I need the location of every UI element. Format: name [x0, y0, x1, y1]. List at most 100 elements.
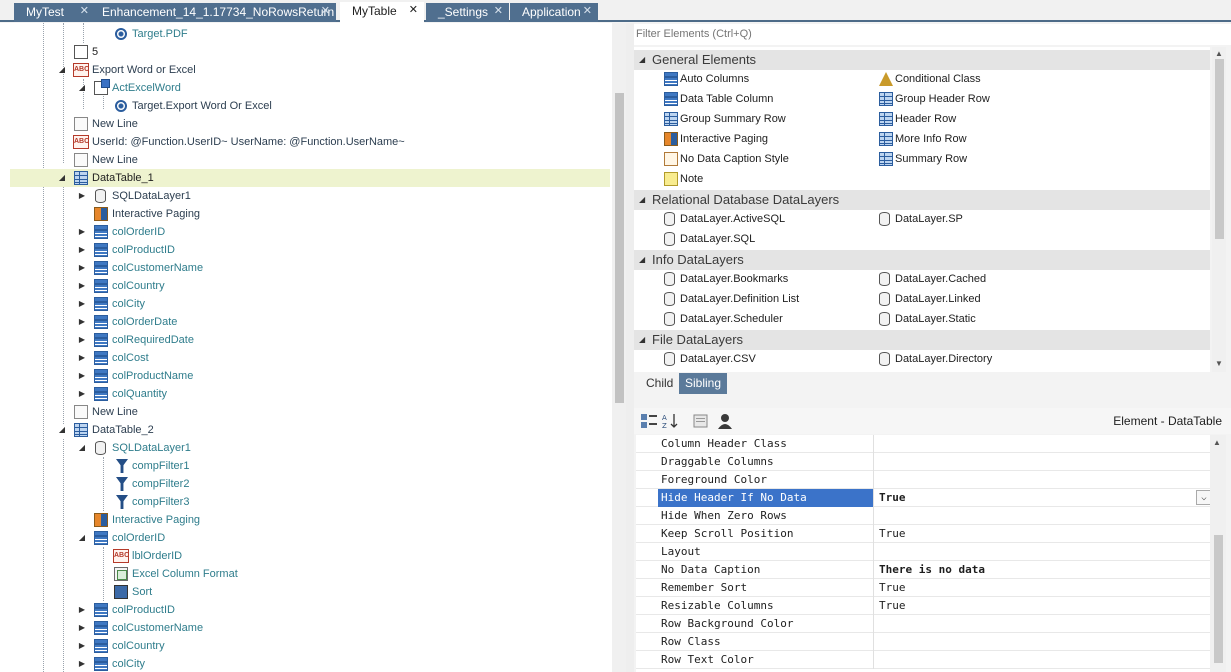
tab-mytest[interactable]: MyTest ✕ [14, 3, 95, 22]
tree-scrollbar[interactable] [612, 23, 626, 672]
expand-icon[interactable]: ▶ [77, 313, 87, 331]
close-icon[interactable]: ✕ [583, 4, 592, 17]
expand-icon[interactable]: ▶ [77, 655, 87, 672]
property-row[interactable]: Remember Sort True [636, 579, 1210, 597]
property-value[interactable] [876, 435, 1210, 453]
section-header-relational-datalayers[interactable]: ◢ Relational Database DataLayers [634, 190, 1210, 210]
tree-item[interactable]: ▶ colCustomerName [0, 259, 612, 277]
expand-icon[interactable]: ▶ [77, 259, 87, 277]
tree-item[interactable]: compFilter1 [0, 457, 612, 475]
close-icon[interactable]: ✕ [321, 4, 330, 17]
expand-icon[interactable]: ▶ [77, 601, 87, 619]
collapse-icon[interactable]: ◢ [77, 529, 87, 547]
property-value[interactable] [876, 633, 1210, 651]
scroll-up-icon[interactable]: ▲ [1214, 49, 1224, 59]
tree-item[interactable]: Excel Column Format [0, 565, 612, 583]
tree-item[interactable]: Interactive Paging [0, 205, 612, 223]
scrollbar-thumb[interactable] [615, 93, 624, 403]
property-value[interactable] [876, 651, 1210, 669]
expand-icon[interactable]: ▶ [77, 277, 87, 295]
tree-item[interactable]: New Line [0, 151, 612, 169]
sort-alphabetical-icon[interactable]: AZ [662, 412, 680, 430]
close-icon[interactable]: ✕ [80, 4, 89, 17]
property-value[interactable]: True [876, 525, 1210, 543]
scroll-down-icon[interactable]: ▼ [1214, 359, 1224, 369]
property-value[interactable] [876, 507, 1210, 525]
tree-item[interactable]: ▶ colCity [0, 295, 612, 313]
tree-item[interactable]: compFilter2 [0, 475, 612, 493]
tree-item[interactable]: ABC lblOrderID [0, 547, 612, 565]
expand-icon[interactable]: ▶ [77, 385, 87, 403]
expand-icon[interactable]: ▶ [77, 367, 87, 385]
expand-icon[interactable]: ▶ [77, 241, 87, 259]
property-value[interactable]: True [876, 489, 1210, 507]
collapse-icon[interactable]: ◢ [57, 421, 67, 439]
tab-child[interactable]: Child [640, 373, 679, 394]
tree-item[interactable]: ▶ colCountry [0, 637, 612, 655]
tree-item[interactable]: ▶ colCity [0, 655, 612, 672]
expand-icon[interactable]: ▶ [77, 223, 87, 241]
categorized-icon[interactable] [640, 412, 658, 430]
property-row[interactable]: Hide When Zero Rows [636, 507, 1210, 525]
collapse-icon[interactable]: ◢ [57, 169, 67, 187]
tree-item[interactable]: ▶ colQuantity [0, 385, 612, 403]
collapse-icon[interactable]: ◢ [57, 61, 67, 79]
scrollbar-thumb[interactable] [1214, 535, 1223, 663]
tree-item[interactable]: ▶ colRequiredDate [0, 331, 612, 349]
collapse-icon[interactable]: ◢ [77, 79, 87, 97]
property-row[interactable]: Row Class [636, 633, 1210, 651]
close-icon[interactable]: ✕ [409, 3, 418, 16]
collapse-icon[interactable]: ◢ [639, 250, 645, 270]
tab-enhancement[interactable]: Enhancement_14_1.17734_NoRowsReturn ✕ [90, 3, 336, 22]
collapse-icon[interactable]: ◢ [639, 330, 645, 350]
tree-item[interactable]: ▶ colCost [0, 349, 612, 367]
tab-mytable[interactable]: MyTable ✕ [340, 2, 424, 23]
tree-item-selected[interactable]: ◢ DataTable_1 [10, 169, 610, 187]
filter-elements-input[interactable] [634, 24, 1231, 45]
tree-item[interactable]: ▶ colProductID [0, 601, 612, 619]
tab-settings[interactable]: _Settings ✕ [426, 3, 509, 22]
tree-item[interactable]: Target.PDF [0, 25, 612, 43]
collapse-icon[interactable]: ◢ [639, 50, 645, 70]
expand-icon[interactable]: ▶ [77, 331, 87, 349]
tree-item[interactable]: compFilter3 [0, 493, 612, 511]
properties-scrollbar[interactable]: ▲ [1210, 435, 1226, 672]
property-row[interactable]: Layout [636, 543, 1210, 561]
scrollbar-thumb[interactable] [1215, 59, 1224, 239]
tree-item[interactable]: ▶ SQLDataLayer1 [0, 187, 612, 205]
tab-application[interactable]: Application ✕ [510, 3, 598, 22]
property-value[interactable] [876, 543, 1210, 561]
tree-item[interactable]: New Line [0, 403, 612, 421]
tree-item[interactable]: ◢ ActExcelWord [0, 79, 612, 97]
property-row[interactable]: Column Header Class [636, 435, 1210, 453]
tree-item[interactable]: ◢ DataTable_2 [0, 421, 612, 439]
expand-icon[interactable]: ▶ [77, 295, 87, 313]
tree-item[interactable]: ▶ colProductID [0, 241, 612, 259]
tree-item[interactable]: ▶ colCountry [0, 277, 612, 295]
tree-item[interactable]: ◢ ABC Export Word or Excel [0, 61, 612, 79]
expand-icon[interactable]: ▶ [77, 349, 87, 367]
section-header-info-datalayers[interactable]: ◢ Info DataLayers [634, 250, 1210, 270]
tree-item[interactable]: ▶ colOrderDate [0, 313, 612, 331]
scroll-up-icon[interactable]: ▲ [1213, 438, 1221, 447]
panel-splitter[interactable] [626, 23, 634, 672]
property-value[interactable]: True [876, 579, 1210, 597]
section-header-general-elements[interactable]: ◢ General Elements [634, 50, 1210, 70]
property-pages-icon[interactable] [692, 412, 710, 430]
property-row-selected[interactable]: Hide Header If No Data True ⌵ [636, 489, 1210, 507]
property-value[interactable] [876, 453, 1210, 471]
expand-icon[interactable]: ▶ [77, 637, 87, 655]
tree-item[interactable]: ▶ colOrderID [0, 223, 612, 241]
property-row[interactable]: Resizable Columns True [636, 597, 1210, 615]
close-icon[interactable]: ✕ [494, 4, 503, 17]
tree-item[interactable]: ABC UserId: @Function.UserID~ UserName: … [0, 133, 612, 151]
property-row[interactable]: Keep Scroll Position True [636, 525, 1210, 543]
property-value[interactable]: True [876, 597, 1210, 615]
user-icon[interactable] [716, 412, 734, 430]
tree-item[interactable]: Sort [0, 583, 612, 601]
tree-item[interactable]: ◢ colOrderID [0, 529, 612, 547]
elements-scrollbar[interactable]: ▲ ▼ [1212, 47, 1226, 372]
property-value[interactable] [876, 471, 1210, 489]
property-value[interactable]: There is no data [876, 561, 1210, 579]
expand-icon[interactable]: ▶ [77, 187, 87, 205]
